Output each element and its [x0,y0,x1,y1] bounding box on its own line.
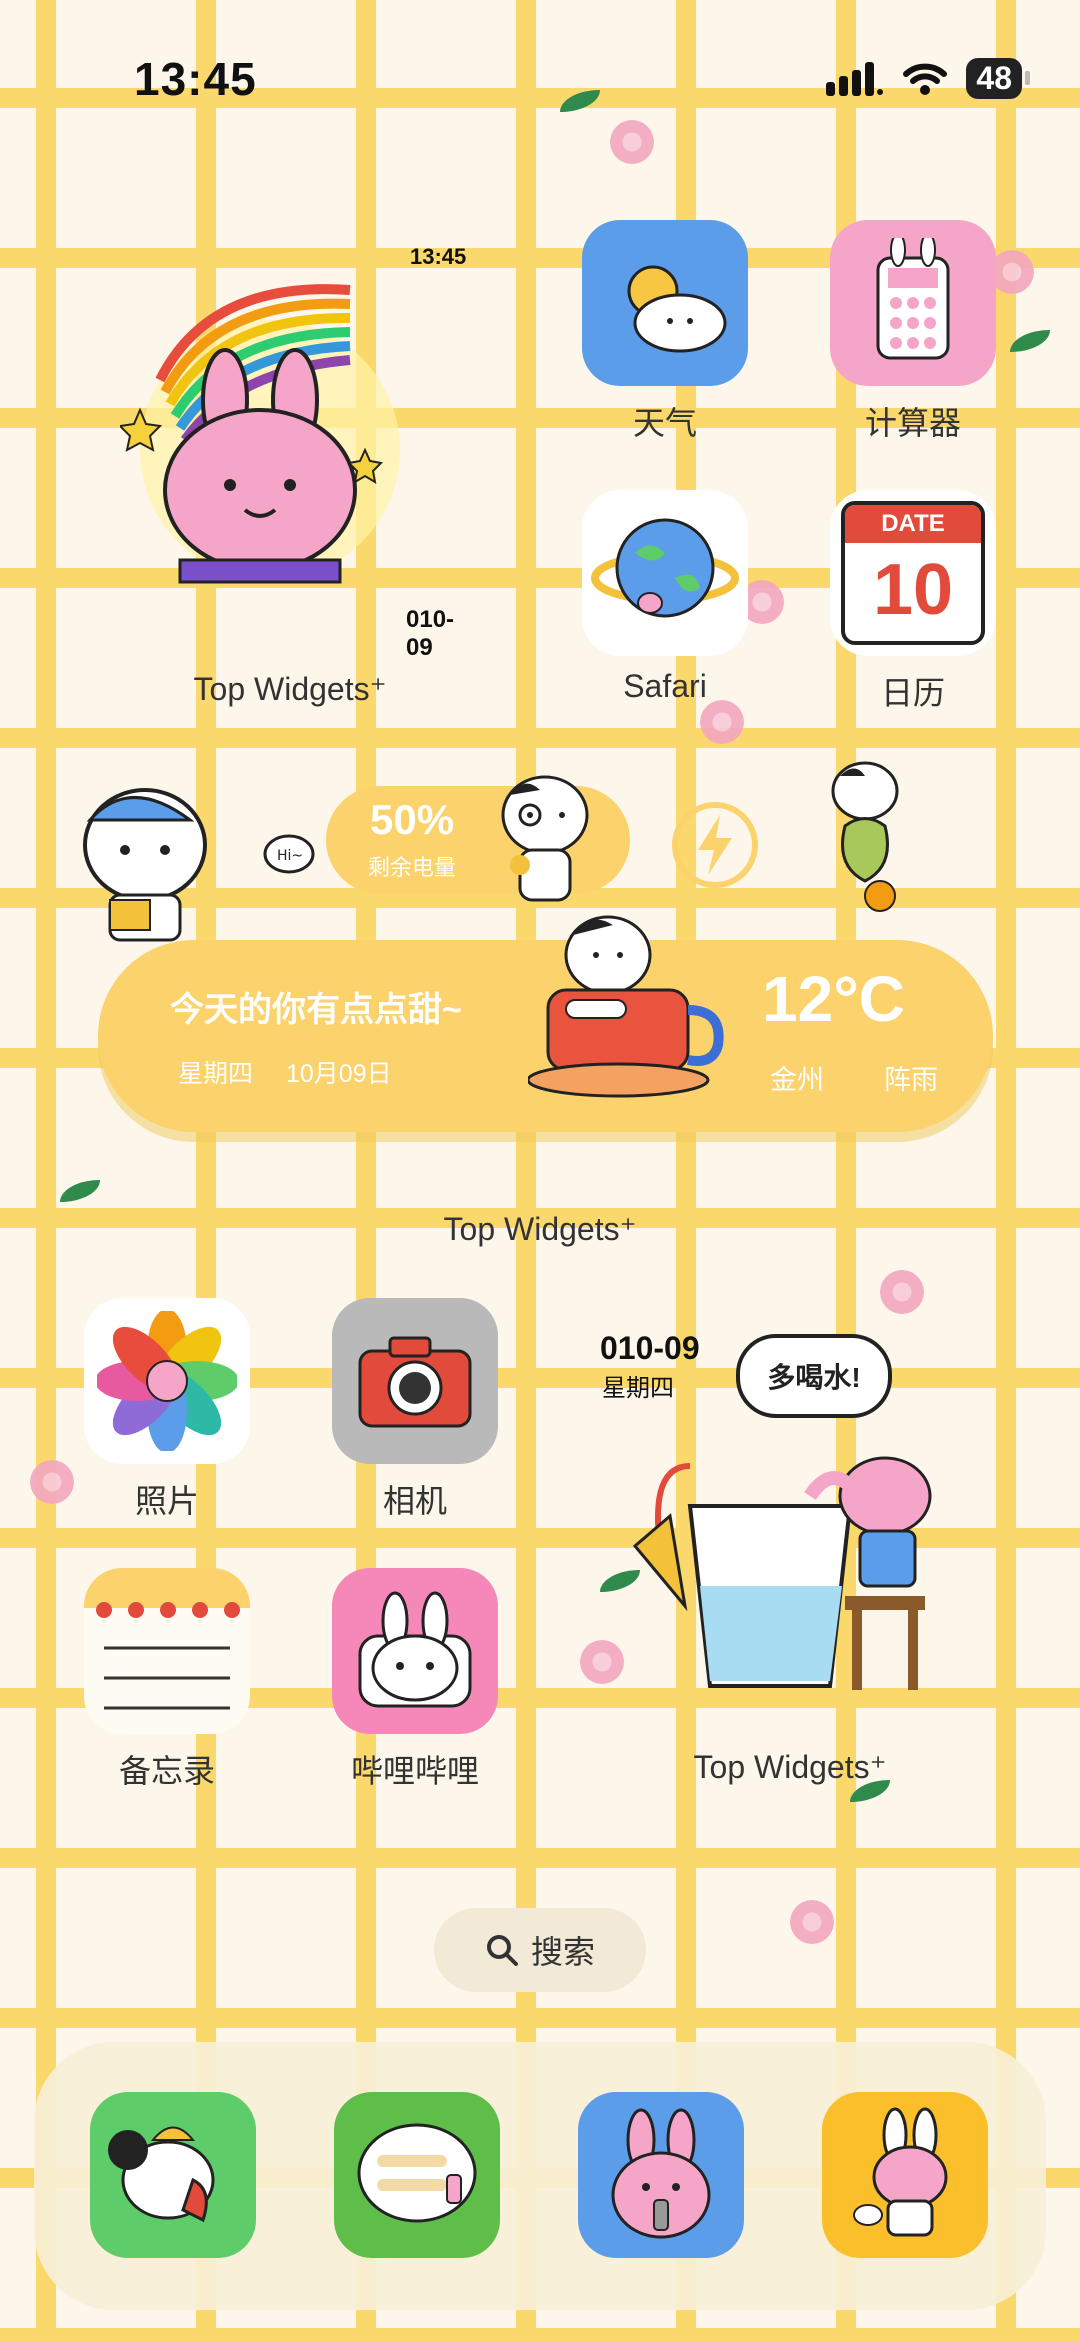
cellular-signal-icon [826,61,884,96]
calendar-day: 10 [872,550,954,630]
app-label: 相机 [382,1483,447,1519]
status-icons: 48 [826,58,1030,99]
status-time: 13:45 [134,53,257,105]
photos-flower-icon [84,1298,250,1464]
dock-app-bunny[interactable] [578,2092,744,2258]
app-label: 计算器 [864,405,961,441]
app-camera[interactable]: 相机 [332,1298,498,1522]
rainbow-bunny-icon [120,284,400,584]
cat-pear-sticker-icon [831,761,899,912]
bilibili-bunny-icon [332,1568,498,1734]
bunny-icon [578,2092,744,2258]
battery-sub-label: 剩余电量 [368,855,457,880]
dog-sticker-icon [83,788,207,942]
lightning-icon [672,802,758,888]
app-weather[interactable]: 天气 [582,220,748,444]
app-calculator[interactable]: 计算器 [830,220,996,444]
cat-teacup-icon [528,915,724,1098]
flower-decoration [610,120,654,164]
search-icon [486,1935,518,1966]
condition-text: 阵雨 [884,1065,938,1095]
widget-weekday: 星期四 [602,1375,674,1402]
calendar-icon: DATE 10 [830,490,996,656]
flower-decoration [30,1460,74,1504]
cat-flowers-sticker-icon [501,775,589,902]
app-photos[interactable]: 照片 [84,1298,250,1522]
widget-date: 010-09 [600,1330,700,1366]
battery-indicator: 48 [966,58,1030,99]
app-label: 天气 [632,405,697,441]
app-safari[interactable]: Safari [582,490,748,705]
dock-app-phone[interactable] [90,2092,256,2258]
calendar-header: DATE [845,505,981,543]
hi-bubble-icon: Hi~ [263,834,315,874]
notes-icon [84,1568,250,1734]
camera-icon [332,1298,498,1464]
speech-bubble-text: 多喝水! [767,1362,861,1393]
date-text: 10月09日 [286,1060,392,1088]
wifi-icon [903,63,948,95]
search-button[interactable]: 搜索 [434,1908,646,1992]
flower-decoration [880,1270,924,1314]
rainbow-bunny-widget[interactable]: 13:45 010-09 [120,230,480,661]
messages-icon [334,2092,500,2258]
app-notes[interactable]: 备忘录 [84,1568,250,1792]
leaf-decoration [560,90,600,112]
dock [34,2042,1046,2310]
dock-app-bunny-gift[interactable] [822,2092,988,2258]
widget-label: Top Widgets⁺ [443,1211,637,1247]
flower-decoration [790,1900,834,1944]
dock-app-messages[interactable] [334,2092,500,2258]
weekday-text: 星期四 [178,1060,254,1088]
app-label: 哔哩哔哩 [350,1753,479,1789]
app-label: Safari [623,668,707,704]
widget-label: Top Widgets⁺ [693,1749,887,1785]
greeting-text: 今天的你有点点甜~ [170,991,462,1029]
app-label: 日历 [880,675,945,711]
phone-icon [90,2092,256,2258]
bunny-gift-icon [822,2092,988,2258]
flower-decoration [990,250,1034,294]
svg-text:Hi~: Hi~ [277,848,303,864]
app-label: 照片 [134,1483,199,1519]
widget-date: 010-09 [406,606,455,661]
weather-pill-widget[interactable]: 今天的你有点点甜~ 星期四 10月09日 12°C 金州 阵雨 [98,915,993,1132]
flower-decoration [700,700,744,744]
drink-water-widget[interactable]: 010-09 星期四 多喝水! [600,1326,980,1726]
speech-bubble: 多喝水! [736,1334,892,1418]
app-calendar[interactable]: DATE 10 日历 [830,490,996,714]
city-text: 金州 [770,1065,824,1095]
leaf-decoration [60,1180,100,1202]
battery-percent: 50% [370,796,455,843]
search-label: 搜索 [530,1934,595,1970]
app-label: 备忘录 [118,1753,215,1789]
globe-icon [582,490,748,656]
weather-icon [582,220,748,386]
temperature-text: 12°C [762,963,905,1035]
widget-label: Top Widgets⁺ [193,671,387,707]
calculator-icon [830,220,996,386]
elephant-water-glass-icon [632,1456,932,1690]
leaf-decoration [1010,330,1050,352]
app-bilibili[interactable]: 哔哩哔哩 [332,1568,498,1792]
